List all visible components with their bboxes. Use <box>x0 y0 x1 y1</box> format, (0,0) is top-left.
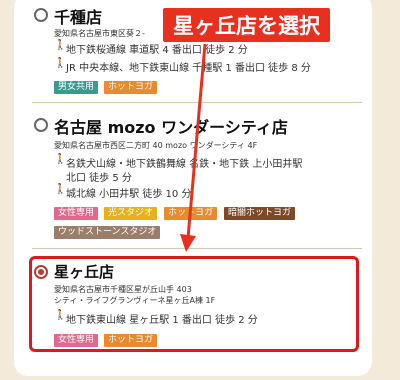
annotation-arrow <box>180 43 207 252</box>
annotation-callout: 星ヶ丘店を選択 <box>163 8 330 42</box>
